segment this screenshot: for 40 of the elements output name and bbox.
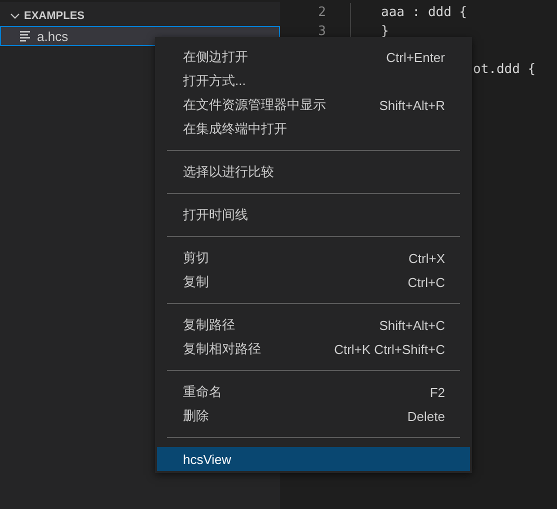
menu-item[interactable]: 重命名 F2: [157, 380, 470, 404]
shortcut-label: Ctrl+Enter: [386, 50, 445, 64]
menu-item[interactable]: 复制 Ctrl+C: [157, 270, 470, 294]
menu-label: 剪切: [183, 249, 209, 267]
menu-label: 在侧边打开: [183, 48, 248, 66]
menu-label: 在文件资源管理器中显示: [183, 96, 326, 114]
menu-label: 选择以进行比较: [183, 163, 274, 181]
menu-item[interactable]: 复制路径 Shift+Alt+C: [157, 313, 470, 337]
menu-item[interactable]: 打开方式...: [157, 69, 470, 93]
shortcut-label: Ctrl+C: [408, 274, 445, 290]
menu-item[interactable]: 复制相对路径 Ctrl+K Ctrl+Shift+C: [157, 337, 470, 361]
shortcut-label: F2: [430, 384, 445, 400]
menu-item[interactable]: hcsView: [157, 447, 470, 471]
menu-label: 复制路径: [183, 316, 235, 334]
menu-label: 复制: [183, 273, 209, 291]
shortcut-label: Shift+Alt+C: [379, 318, 445, 332]
shortcut-label: Ctrl+K Ctrl+Shift+C: [334, 342, 445, 356]
menu-label: 复制相对路径: [183, 340, 261, 358]
menu-item[interactable]: 在文件资源管理器中显示 Shift+Alt+R: [157, 93, 470, 117]
code-line: aaa : ddd {: [350, 3, 468, 22]
menu-label: hcsView: [183, 452, 232, 466]
menu-item[interactable]: 选择以进行比较: [157, 160, 470, 184]
menu-item[interactable]: 打开时间线: [157, 203, 470, 227]
menu-label: 删除: [183, 407, 209, 425]
menu-item[interactable]: 删除 Delete: [157, 404, 470, 428]
menu-label: 重命名: [183, 383, 222, 401]
menu-label: 打开时间线: [183, 206, 248, 224]
menu-item[interactable]: 在侧边打开 Ctrl+Enter: [157, 45, 470, 69]
shortcut-label: Ctrl+X: [408, 250, 445, 266]
menu-item[interactable]: 在集成终端中打开: [157, 117, 470, 141]
menu-label: 打开方式...: [183, 72, 246, 90]
line-number: 3: [317, 24, 326, 39]
line-number: 2: [317, 5, 326, 20]
lines-icon: [19, 30, 31, 42]
shortcut-label: Shift+Alt+R: [379, 98, 445, 112]
menu-item[interactable]: 剪切 Ctrl+X: [157, 246, 470, 270]
code-line: ot.ddd {: [473, 62, 536, 77]
menu-label: 在集成终端中打开: [183, 120, 287, 138]
shortcut-label: Delete: [407, 408, 445, 424]
section-header[interactable]: EXAMPLES: [24, 10, 85, 22]
